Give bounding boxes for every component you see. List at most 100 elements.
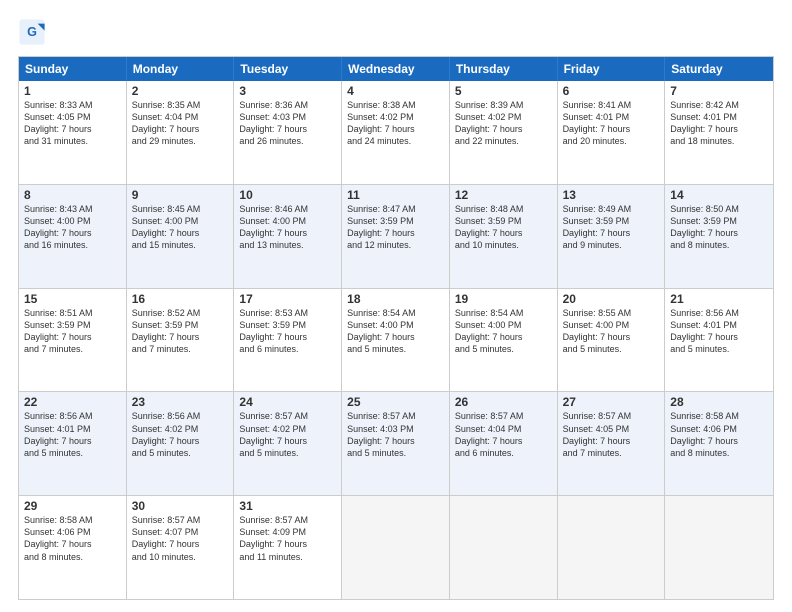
calendar-cell: 4Sunrise: 8:38 AMSunset: 4:02 PMDaylight… — [342, 81, 450, 184]
cell-line: Sunrise: 8:42 AM — [670, 99, 768, 111]
cell-line: and 15 minutes. — [132, 239, 229, 251]
day-number: 28 — [670, 395, 768, 409]
header-tuesday: Tuesday — [234, 57, 342, 81]
calendar-cell: 24Sunrise: 8:57 AMSunset: 4:02 PMDayligh… — [234, 392, 342, 495]
cell-line: Daylight: 7 hours — [239, 331, 336, 343]
cell-line: Daylight: 7 hours — [455, 435, 552, 447]
cell-line: and 16 minutes. — [24, 239, 121, 251]
cell-line: Sunset: 4:00 PM — [239, 215, 336, 227]
calendar-row: 22Sunrise: 8:56 AMSunset: 4:01 PMDayligh… — [19, 392, 773, 496]
cell-line: Sunrise: 8:39 AM — [455, 99, 552, 111]
cell-line: Sunset: 4:02 PM — [239, 423, 336, 435]
cell-line: Sunrise: 8:56 AM — [132, 410, 229, 422]
day-number: 18 — [347, 292, 444, 306]
cell-line: and 5 minutes. — [563, 343, 660, 355]
cell-line: Daylight: 7 hours — [132, 435, 229, 447]
cell-line: Sunset: 4:09 PM — [239, 526, 336, 538]
cell-line: Sunset: 4:02 PM — [132, 423, 229, 435]
cell-line: Sunrise: 8:54 AM — [455, 307, 552, 319]
cell-line: Sunset: 4:03 PM — [347, 423, 444, 435]
day-number: 4 — [347, 84, 444, 98]
cell-line: and 29 minutes. — [132, 135, 229, 147]
cell-line: and 18 minutes. — [670, 135, 768, 147]
cell-line: Sunset: 4:01 PM — [24, 423, 121, 435]
calendar-body: 1Sunrise: 8:33 AMSunset: 4:05 PMDaylight… — [19, 81, 773, 599]
cell-line: and 20 minutes. — [563, 135, 660, 147]
cell-line: Sunrise: 8:57 AM — [239, 410, 336, 422]
cell-line: Sunrise: 8:38 AM — [347, 99, 444, 111]
cell-line: and 5 minutes. — [347, 343, 444, 355]
cell-line: and 6 minutes. — [455, 447, 552, 459]
calendar-cell — [450, 496, 558, 599]
cell-line: Daylight: 7 hours — [132, 123, 229, 135]
cell-line: Daylight: 7 hours — [563, 331, 660, 343]
day-number: 5 — [455, 84, 552, 98]
day-number: 8 — [24, 188, 121, 202]
cell-line: Sunset: 4:01 PM — [670, 111, 768, 123]
calendar-cell: 9Sunrise: 8:45 AMSunset: 4:00 PMDaylight… — [127, 185, 235, 288]
cell-line: Daylight: 7 hours — [347, 123, 444, 135]
calendar-cell: 30Sunrise: 8:57 AMSunset: 4:07 PMDayligh… — [127, 496, 235, 599]
cell-line: Daylight: 7 hours — [455, 331, 552, 343]
calendar-cell: 3Sunrise: 8:36 AMSunset: 4:03 PMDaylight… — [234, 81, 342, 184]
cell-line: and 7 minutes. — [563, 447, 660, 459]
cell-line: Sunset: 4:05 PM — [24, 111, 121, 123]
day-number: 23 — [132, 395, 229, 409]
day-number: 7 — [670, 84, 768, 98]
cell-line: Sunset: 4:00 PM — [455, 319, 552, 331]
cell-line: and 5 minutes. — [347, 447, 444, 459]
calendar-cell: 17Sunrise: 8:53 AMSunset: 3:59 PMDayligh… — [234, 289, 342, 392]
cell-line: Sunrise: 8:57 AM — [563, 410, 660, 422]
calendar-cell: 14Sunrise: 8:50 AMSunset: 3:59 PMDayligh… — [665, 185, 773, 288]
calendar-cell: 18Sunrise: 8:54 AMSunset: 4:00 PMDayligh… — [342, 289, 450, 392]
calendar-cell — [342, 496, 450, 599]
cell-line: Daylight: 7 hours — [24, 123, 121, 135]
cell-line: Daylight: 7 hours — [670, 123, 768, 135]
cell-line: Sunrise: 8:35 AM — [132, 99, 229, 111]
day-number: 9 — [132, 188, 229, 202]
cell-line: Sunset: 3:59 PM — [563, 215, 660, 227]
calendar-cell: 13Sunrise: 8:49 AMSunset: 3:59 PMDayligh… — [558, 185, 666, 288]
cell-line: Sunrise: 8:33 AM — [24, 99, 121, 111]
calendar-row: 29Sunrise: 8:58 AMSunset: 4:06 PMDayligh… — [19, 496, 773, 599]
cell-line: and 6 minutes. — [239, 343, 336, 355]
cell-line: Sunset: 4:02 PM — [455, 111, 552, 123]
header-monday: Monday — [127, 57, 235, 81]
calendar-cell: 31Sunrise: 8:57 AMSunset: 4:09 PMDayligh… — [234, 496, 342, 599]
calendar-header: Sunday Monday Tuesday Wednesday Thursday… — [19, 57, 773, 81]
calendar-cell: 10Sunrise: 8:46 AMSunset: 4:00 PMDayligh… — [234, 185, 342, 288]
cell-line: and 7 minutes. — [132, 343, 229, 355]
cell-line: and 10 minutes. — [132, 551, 229, 563]
cell-line: Daylight: 7 hours — [347, 331, 444, 343]
header-sunday: Sunday — [19, 57, 127, 81]
cell-line: Sunrise: 8:58 AM — [670, 410, 768, 422]
day-number: 2 — [132, 84, 229, 98]
day-number: 13 — [563, 188, 660, 202]
calendar-cell: 26Sunrise: 8:57 AMSunset: 4:04 PMDayligh… — [450, 392, 558, 495]
cell-line: Daylight: 7 hours — [132, 331, 229, 343]
cell-line: Daylight: 7 hours — [455, 227, 552, 239]
day-number: 17 — [239, 292, 336, 306]
cell-line: Sunset: 3:59 PM — [455, 215, 552, 227]
cell-line: Sunset: 4:02 PM — [347, 111, 444, 123]
logo-icon: G — [18, 18, 46, 46]
day-number: 24 — [239, 395, 336, 409]
day-number: 21 — [670, 292, 768, 306]
cell-line: Sunset: 4:06 PM — [670, 423, 768, 435]
calendar-cell: 16Sunrise: 8:52 AMSunset: 3:59 PMDayligh… — [127, 289, 235, 392]
cell-line: Daylight: 7 hours — [670, 331, 768, 343]
cell-line: Sunset: 4:00 PM — [24, 215, 121, 227]
cell-line: Daylight: 7 hours — [347, 435, 444, 447]
cell-line: Sunset: 4:00 PM — [132, 215, 229, 227]
calendar-cell: 1Sunrise: 8:33 AMSunset: 4:05 PMDaylight… — [19, 81, 127, 184]
calendar-cell: 20Sunrise: 8:55 AMSunset: 4:00 PMDayligh… — [558, 289, 666, 392]
cell-line: Sunrise: 8:36 AM — [239, 99, 336, 111]
cell-line: Daylight: 7 hours — [132, 227, 229, 239]
calendar-cell: 19Sunrise: 8:54 AMSunset: 4:00 PMDayligh… — [450, 289, 558, 392]
cell-line: Daylight: 7 hours — [455, 123, 552, 135]
cell-line: and 5 minutes. — [670, 343, 768, 355]
cell-line: and 7 minutes. — [24, 343, 121, 355]
day-number: 30 — [132, 499, 229, 513]
cell-line: Sunrise: 8:54 AM — [347, 307, 444, 319]
svg-text:G: G — [27, 25, 37, 39]
